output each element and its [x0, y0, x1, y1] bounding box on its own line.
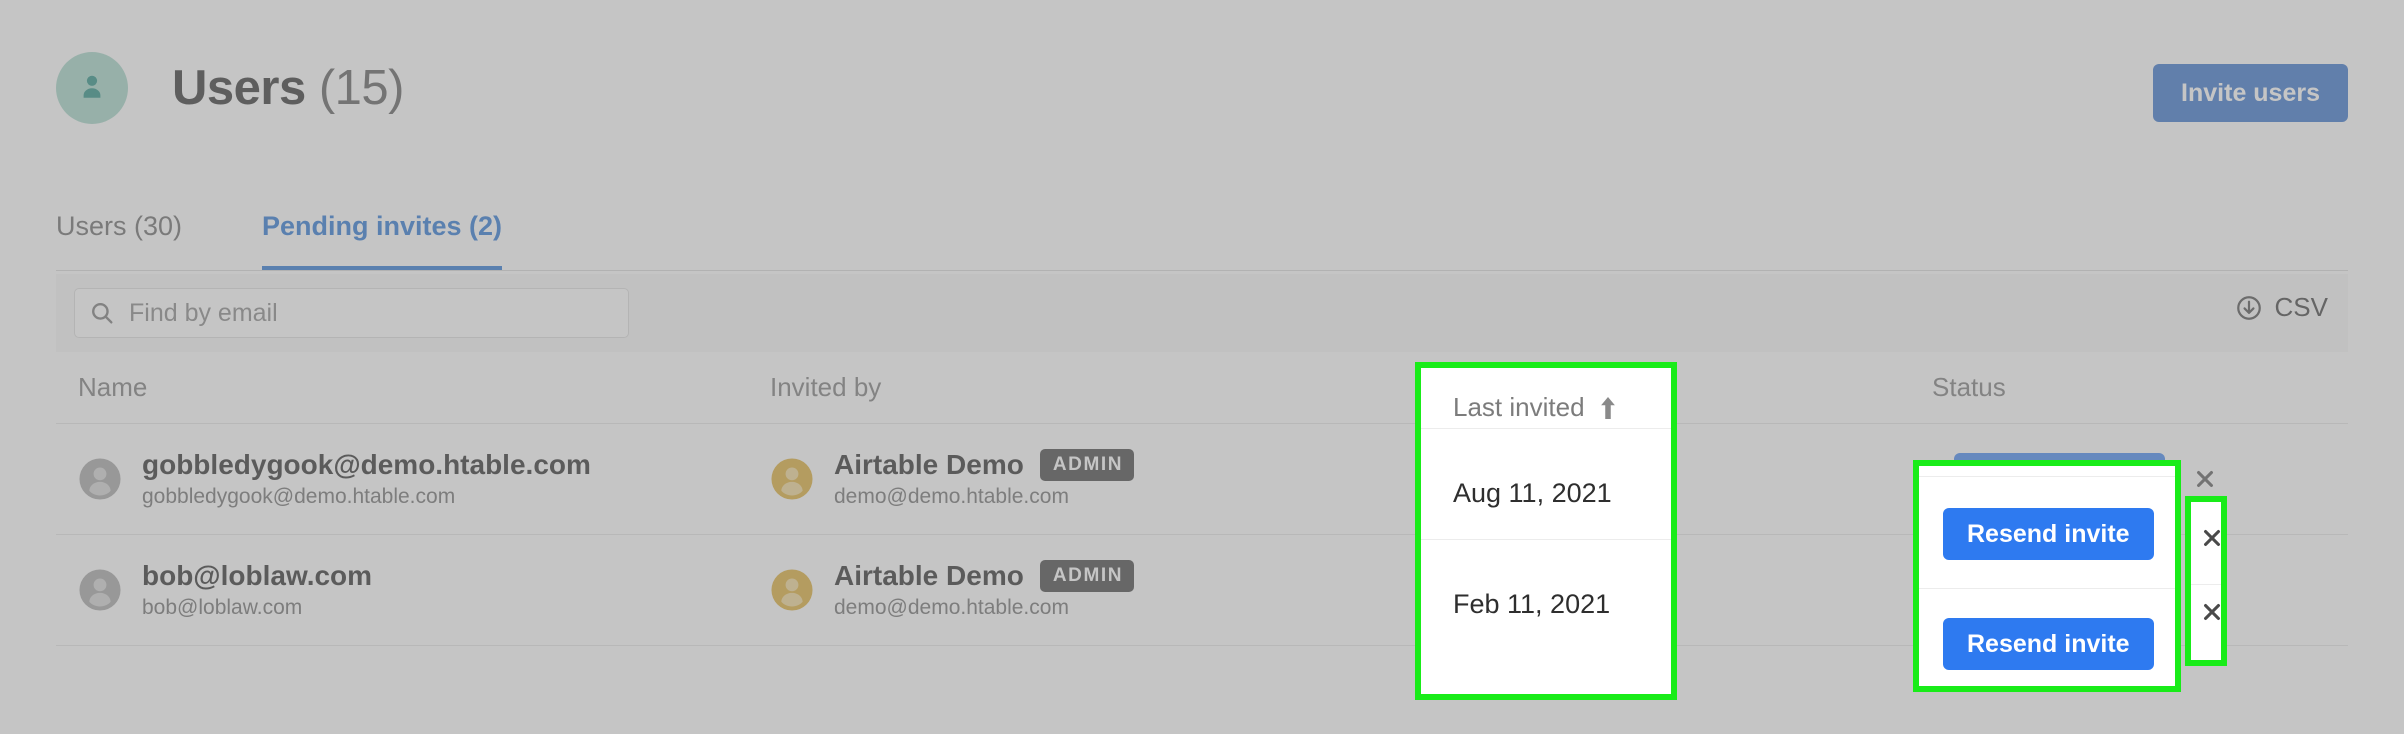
tab-bar: Users (30) Pending invites (2): [0, 196, 2404, 271]
remove-invite-button[interactable]: [2194, 520, 2221, 556]
users-admin-page: Users (15) Invite users Users (30) Pendi…: [0, 0, 2404, 734]
column-header-last-invited-label: Last invited: [1453, 392, 1585, 422]
invitee-name: gobbledygook@demo.htable.com: [142, 449, 591, 480]
person-icon: [56, 52, 128, 124]
resend-invite-button[interactable]: Resend invite: [1943, 618, 2154, 670]
search-icon: [92, 303, 113, 324]
close-icon: [2204, 530, 2220, 546]
tab-users[interactable]: Users (30): [56, 196, 182, 271]
page-header: Users (15) Invite users: [0, 0, 2404, 175]
close-icon: [2204, 604, 2220, 620]
highlight-last-invited-column: Last invited Aug 11, 2021 Feb 11, 2021: [1415, 362, 1677, 700]
close-icon: [2196, 471, 2213, 487]
column-header-invited-by[interactable]: Invited by: [770, 372, 1460, 403]
arrow-up-icon: [1600, 396, 1615, 419]
status-badge: ADMIN: [1039, 449, 1135, 481]
column-header-name[interactable]: Name: [56, 372, 770, 403]
user-avatar-icon: [79, 569, 121, 611]
column-header-status[interactable]: Status: [1932, 372, 2348, 403]
cell-name: bob@loblaw.com bob@loblaw.com: [56, 560, 770, 620]
csv-label: CSV: [2274, 292, 2328, 322]
table-toolbar: CSV: [56, 274, 2348, 352]
highlight-remove-invite-buttons: [2185, 496, 2227, 666]
cell-name: gobbledygook@demo.htable.com gobbledygoo…: [56, 449, 770, 509]
user-avatar-icon: [771, 569, 813, 611]
inviter-name: Airtable Demo: [834, 449, 1024, 480]
invitee-name: bob@loblaw.com: [142, 560, 373, 591]
inviter-email: demo@demo.htable.com: [834, 485, 1069, 508]
page-title-count: (15): [318, 61, 405, 115]
cell-last-invited: Aug 11, 2021: [1453, 478, 1612, 508]
cell-invited-by: Airtable Demo ADMIN demo@demo.htable.com: [770, 560, 1460, 620]
highlight-resend-invite-buttons: Resend invite Resend invite: [1913, 460, 2181, 692]
user-avatar-icon: [79, 458, 121, 500]
cell-last-invited: Feb 11, 2021: [1453, 589, 1611, 619]
status-badge: ADMIN: [1039, 560, 1135, 592]
remove-invite-button[interactable]: [2187, 461, 2223, 497]
tab-pending-invites[interactable]: Pending invites (2): [262, 196, 503, 271]
tab-divider: [56, 270, 2348, 271]
download-circle-icon: [2236, 295, 2261, 320]
page-title: Users (15): [172, 52, 404, 124]
column-header-last-invited[interactable]: Last invited: [1453, 392, 1617, 423]
invite-users-button[interactable]: Invite users: [2153, 64, 2348, 122]
table-header-row: Name Invited by Last invited Status: [56, 352, 2348, 424]
inviter-name: Airtable Demo: [834, 560, 1024, 591]
resend-invite-button[interactable]: Resend invite: [1943, 508, 2154, 560]
invitee-email: gobbledygook@demo.htable.com: [142, 485, 456, 508]
cell-invited-by: Airtable Demo ADMIN demo@demo.htable.com: [770, 449, 1460, 509]
user-avatar-icon: [771, 458, 813, 500]
csv-download-button[interactable]: CSV: [2235, 292, 2328, 323]
inviter-email: demo@demo.htable.com: [834, 596, 1069, 619]
search-field[interactable]: [74, 288, 629, 338]
page-title-text: Users: [172, 61, 306, 115]
remove-invite-button[interactable]: [2194, 594, 2221, 630]
search-input[interactable]: [129, 298, 614, 328]
invitee-email: bob@loblaw.com: [142, 596, 303, 619]
